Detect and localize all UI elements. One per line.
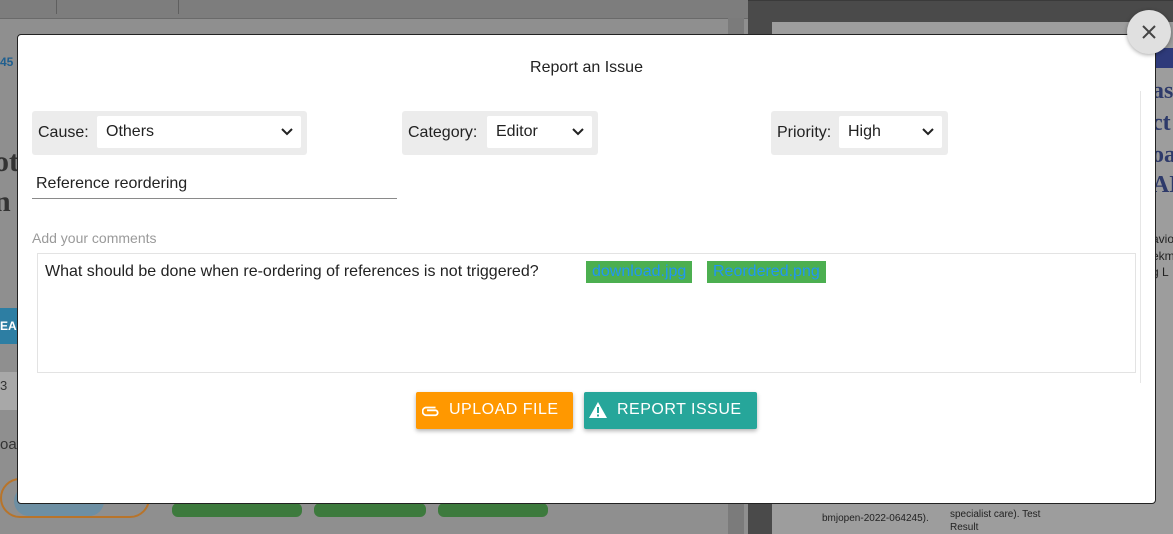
- document-text: bmjopen-2022-064245).: [822, 513, 929, 524]
- chevron-down-icon: [922, 128, 934, 136]
- pane-divider: [748, 0, 1173, 1]
- comment-text: What should be done when re-ordering of …: [45, 263, 539, 280]
- toolbar-separator: [178, 0, 179, 14]
- category-select[interactable]: Editor: [487, 116, 592, 148]
- background-toolbar: [0, 0, 748, 19]
- warning-icon: [589, 402, 607, 418]
- cause-value: Others: [106, 123, 155, 140]
- dialog-scroll-divider: [1140, 91, 1141, 383]
- close-dialog-button[interactable]: [1127, 10, 1171, 54]
- priority-value: High: [848, 123, 881, 140]
- document-text: Result: [950, 522, 979, 533]
- background-button-label: EA: [0, 319, 17, 333]
- close-icon: [1142, 25, 1156, 39]
- priority-select[interactable]: High: [839, 116, 942, 148]
- toolbar-separator: [56, 0, 57, 14]
- upload-file-button[interactable]: UPLOAD FILE: [416, 392, 573, 429]
- cause-label: Cause:: [38, 124, 89, 141]
- background-button: EA: [0, 308, 18, 344]
- paperclip-icon: [422, 406, 439, 417]
- upload-file-label: UPLOAD FILE: [449, 401, 559, 418]
- subject-input[interactable]: [32, 169, 397, 199]
- attachment-link[interactable]: download.jpg: [586, 261, 693, 283]
- background-tag: [172, 503, 302, 517]
- document-text: specialist care). Test: [950, 509, 1041, 520]
- priority-field: Priority: High: [771, 111, 948, 155]
- dialog-title: Report an Issue: [530, 59, 643, 76]
- report-issue-button[interactable]: REPORT ISSUE: [584, 392, 757, 429]
- report-issue-label: REPORT ISSUE: [617, 401, 742, 418]
- background-tag: [438, 503, 548, 517]
- comments-label: Add your comments: [32, 230, 157, 246]
- priority-label: Priority:: [777, 124, 832, 141]
- attachment-link[interactable]: Reordered.png: [707, 261, 826, 283]
- background-number: 45: [0, 55, 14, 69]
- cause-field: Cause: Others: [32, 111, 307, 155]
- category-value: Editor: [496, 123, 538, 140]
- report-issue-dialog: Report an Issue Cause: Others Category: …: [17, 34, 1156, 504]
- chevron-down-icon: [281, 128, 293, 136]
- category-label: Category:: [408, 124, 478, 141]
- category-field: Category: Editor: [402, 111, 598, 155]
- background-text: oa: [0, 436, 17, 453]
- comments-textarea[interactable]: What should be done when re-ordering of …: [37, 253, 1136, 373]
- background-tag: [314, 503, 426, 517]
- cause-select[interactable]: Others: [97, 116, 301, 148]
- chevron-down-icon: [572, 128, 584, 136]
